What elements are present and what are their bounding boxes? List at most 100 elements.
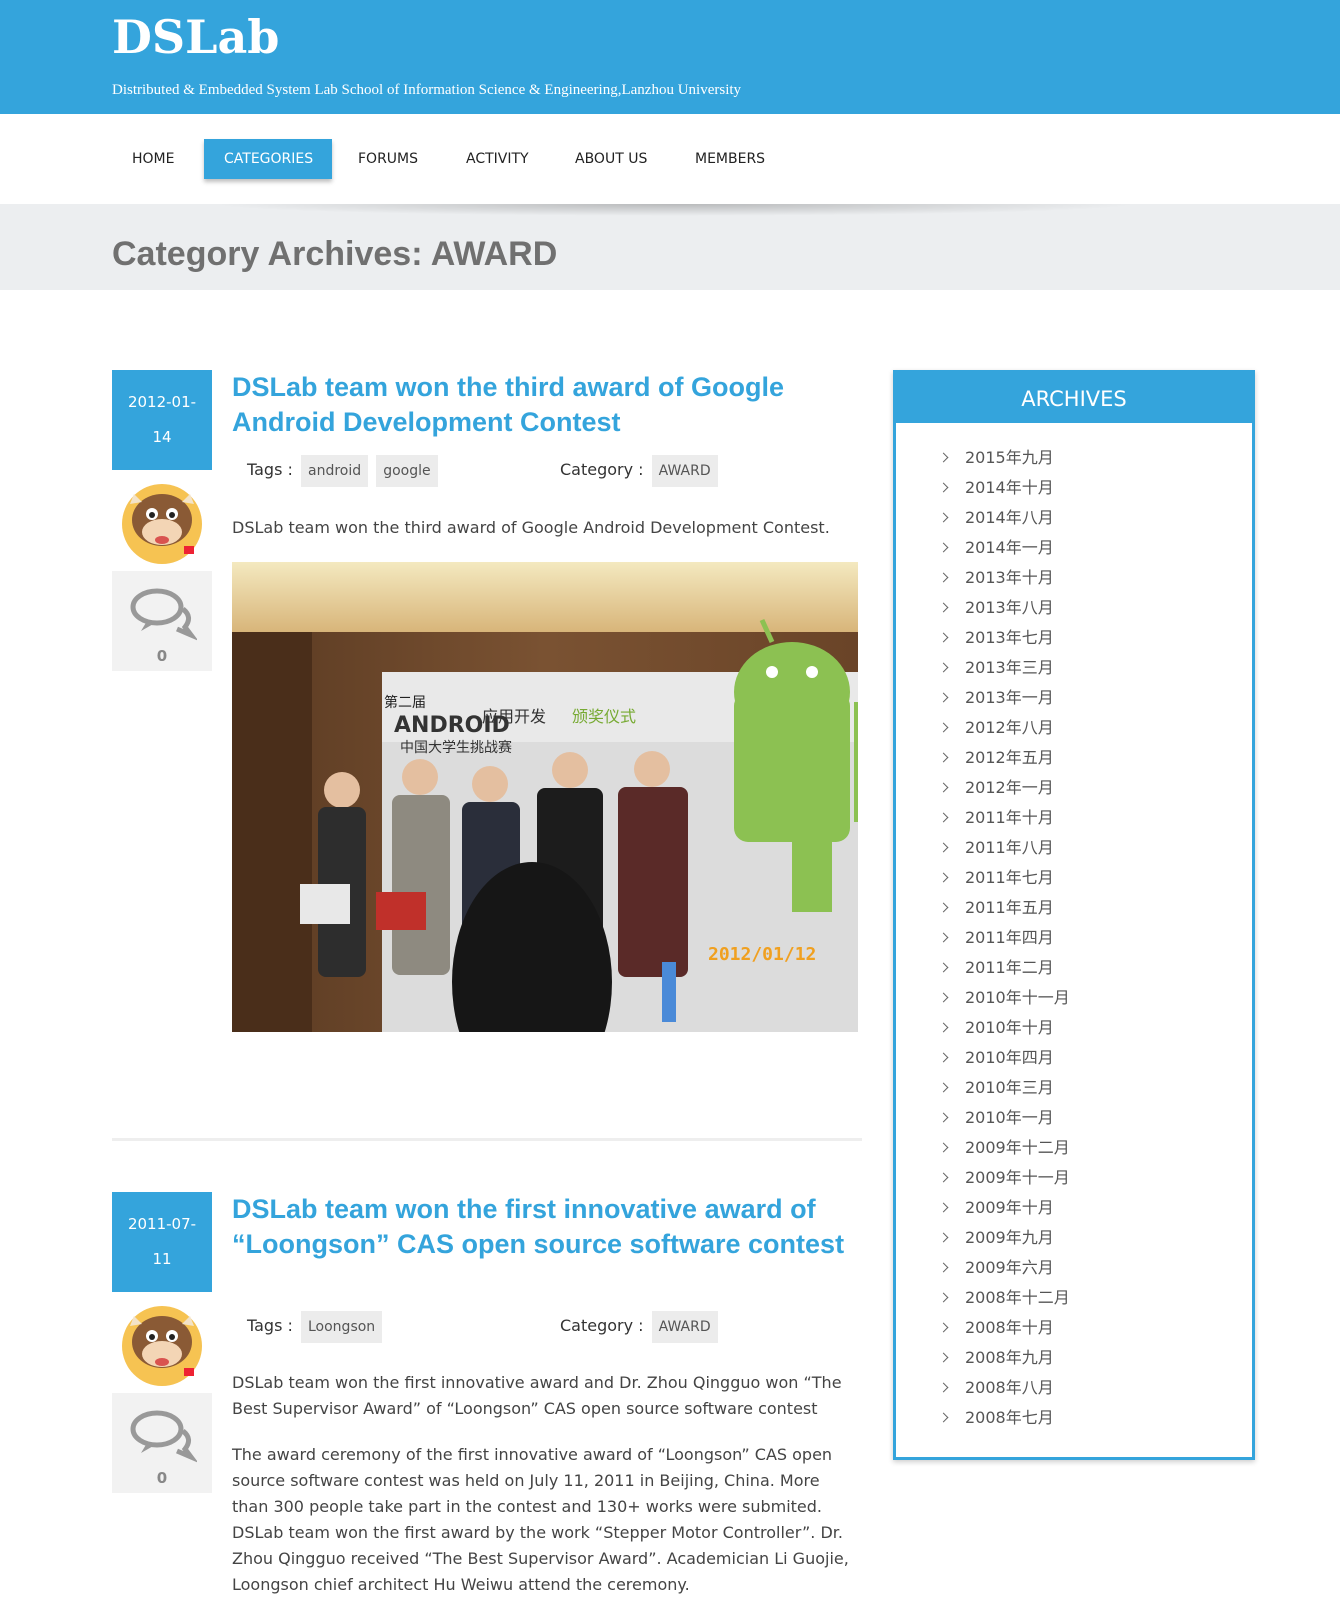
nav-members[interactable]: MEMBERS <box>675 139 785 179</box>
archive-link[interactable]: 2012年一月 <box>938 773 1252 803</box>
chevron-right-icon <box>938 782 949 793</box>
archive-label: 2008年八月 <box>965 1378 1054 1397</box>
archive-label: 2012年五月 <box>965 748 1054 767</box>
archive-link[interactable]: 2009年十月 <box>938 1193 1252 1223</box>
archive-link[interactable]: 2013年三月 <box>938 653 1252 683</box>
archive-link[interactable]: 2011年四月 <box>938 923 1252 953</box>
site-description: Distributed & Embedded System Lab School… <box>112 82 742 98</box>
archive-link[interactable]: 2013年八月 <box>938 593 1252 623</box>
tags-label: Tags : <box>247 1316 293 1335</box>
nav-members-label: MEMBERS <box>695 151 766 167</box>
archive-label: 2011年二月 <box>965 958 1054 977</box>
author-avatar[interactable] <box>112 476 212 568</box>
archive-link[interactable]: 2009年十二月 <box>938 1133 1252 1163</box>
chevron-right-icon <box>938 932 949 943</box>
chevron-right-icon <box>938 1322 949 1333</box>
archive-link[interactable]: 2014年十月 <box>938 473 1252 503</box>
comment-count-box[interactable]: 0 <box>112 571 212 671</box>
archive-link[interactable]: 2010年十一月 <box>938 983 1252 1013</box>
site-header: DSLab Distributed & Embedded System Lab … <box>0 0 1340 114</box>
archive-link[interactable]: 2008年七月 <box>938 1403 1252 1433</box>
post-image[interactable]: ANDROID 应用开发 中国大学生挑战赛 颁奖仪式 第二届 2012/01/1… <box>232 562 858 1032</box>
archive-link[interactable]: 2011年八月 <box>938 833 1252 863</box>
archive-link[interactable]: 2011年五月 <box>938 893 1252 923</box>
chevron-right-icon <box>938 632 949 643</box>
chevron-down-icon <box>226 191 237 202</box>
chevron-right-icon <box>938 902 949 913</box>
archives-title: ARCHIVES <box>896 373 1252 423</box>
category-link[interactable]: AWARD <box>651 455 718 487</box>
post-date-line1: 2012-01- <box>127 393 197 411</box>
chevron-right-icon <box>938 512 949 523</box>
archive-link[interactable]: 2011年二月 <box>938 953 1252 983</box>
chevron-right-icon <box>938 872 949 883</box>
archive-link[interactable]: 2011年十月 <box>938 803 1252 833</box>
cow-mascot-icon <box>122 484 202 564</box>
chevron-right-icon <box>938 662 949 673</box>
post: 2011-07- 11 0 DSLab team won the first i… <box>112 1192 862 1617</box>
archive-link[interactable]: 2014年八月 <box>938 503 1252 533</box>
poster-tag: 第二届 <box>384 694 426 711</box>
archive-link[interactable]: 2008年十二月 <box>938 1283 1252 1313</box>
nav-activity[interactable]: ACTIVITY <box>446 139 549 179</box>
site-title[interactable]: DSLab <box>112 6 279 68</box>
archive-label: 2010年一月 <box>965 1108 1054 1127</box>
archive-link[interactable]: 2014年一月 <box>938 533 1252 563</box>
chevron-right-icon <box>938 1202 949 1213</box>
nav-about-us-label: ABOUT US <box>575 151 648 167</box>
archive-label: 2011年四月 <box>965 928 1054 947</box>
archive-label: 2009年十一月 <box>965 1168 1070 1187</box>
chevron-right-icon <box>938 1232 949 1243</box>
comments-icon <box>130 588 197 641</box>
archive-link[interactable]: 2010年十月 <box>938 1013 1252 1043</box>
archive-label: 2008年九月 <box>965 1348 1054 1367</box>
chevron-right-icon <box>938 1022 949 1033</box>
chevron-right-icon <box>938 482 949 493</box>
archive-link[interactable]: 2010年一月 <box>938 1103 1252 1133</box>
archive-link[interactable]: 2009年十一月 <box>938 1163 1252 1193</box>
banner-shadow <box>210 204 1140 216</box>
archive-label: 2012年八月 <box>965 718 1054 737</box>
chevron-right-icon <box>938 992 949 1003</box>
post-excerpt: DSLab team won the first innovative awar… <box>232 1373 842 1418</box>
post-tags: Tags : android google <box>247 454 438 487</box>
author-avatar[interactable] <box>112 1298 212 1390</box>
category-label: Category : <box>560 1316 644 1335</box>
archive-link[interactable]: 2009年六月 <box>938 1253 1252 1283</box>
archive-link[interactable]: 2013年七月 <box>938 623 1252 653</box>
archive-link[interactable]: 2010年三月 <box>938 1073 1252 1103</box>
chevron-right-icon <box>938 572 949 583</box>
chevron-right-icon <box>938 1052 949 1063</box>
archive-link[interactable]: 2008年十月 <box>938 1313 1252 1343</box>
archive-label: 2013年十月 <box>965 568 1054 587</box>
archive-link[interactable]: 2010年四月 <box>938 1043 1252 1073</box>
archive-link[interactable]: 2012年八月 <box>938 713 1252 743</box>
archive-link[interactable]: 2015年九月 <box>938 443 1252 473</box>
nav-about-us[interactable]: ABOUT US <box>555 139 667 179</box>
post: 2012-01- 14 0 DSLab team won the third a… <box>112 370 862 1032</box>
post-title[interactable]: DSLab team won the first innovative awar… <box>232 1192 852 1262</box>
archive-link[interactable]: 2013年一月 <box>938 683 1252 713</box>
post-date-line2: 14 <box>152 428 172 446</box>
nav-forums[interactable]: FORUMS <box>338 139 438 179</box>
chevron-right-icon <box>938 602 949 613</box>
archive-link[interactable]: 2008年九月 <box>938 1343 1252 1373</box>
tag-link[interactable]: Loongson <box>301 1311 383 1343</box>
chevron-right-icon <box>938 722 949 733</box>
nav-home[interactable]: HOME <box>112 139 194 179</box>
archive-link[interactable]: 2013年十月 <box>938 563 1252 593</box>
archive-label: 2014年一月 <box>965 538 1054 557</box>
archive-link[interactable]: 2008年八月 <box>938 1373 1252 1403</box>
category-link[interactable]: AWARD <box>651 1311 718 1343</box>
post-title[interactable]: DSLab team won the third award of Google… <box>232 370 852 440</box>
page-title: Category Archives: AWARD <box>112 235 558 273</box>
archive-link[interactable]: 2012年五月 <box>938 743 1252 773</box>
comment-count-box[interactable]: 0 <box>112 1393 212 1493</box>
category-label: Category : <box>560 460 644 479</box>
nav-categories[interactable]: CATEGORIES <box>204 139 332 202</box>
archive-link[interactable]: 2009年九月 <box>938 1223 1252 1253</box>
tag-link[interactable]: google <box>376 455 438 487</box>
archives-widget: ARCHIVES 2015年九月 2014年十月 2014年八月 2014年一月 201… <box>893 370 1255 1460</box>
archive-link[interactable]: 2011年七月 <box>938 863 1252 893</box>
tag-link[interactable]: android <box>301 455 369 487</box>
